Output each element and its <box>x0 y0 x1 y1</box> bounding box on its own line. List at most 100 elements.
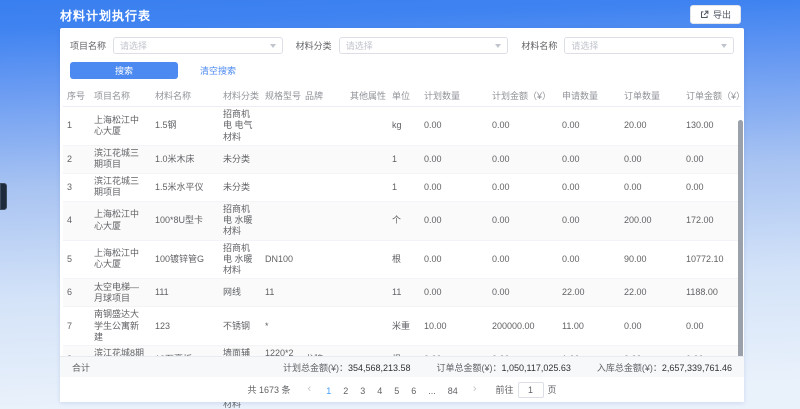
page-button-3[interactable]: 3 <box>354 384 371 398</box>
table-cell <box>301 173 346 201</box>
content-card: 项目名称请选择材料分类请选择材料名称请选择 搜索 清空搜索 序号项目名称材料名称… <box>60 28 744 402</box>
table-cell: 3 <box>63 173 90 201</box>
table-cell: 米重 <box>388 307 420 346</box>
page-title: 材料计划执行表 <box>60 7 151 24</box>
table-cell: 滨江花城三期项目 <box>90 145 151 173</box>
table-cell: 130.00 <box>682 107 741 146</box>
prev-page-button[interactable]: ‹ <box>304 384 316 395</box>
filter-select[interactable]: 请选择 <box>564 37 734 54</box>
next-page-button[interactable]: › <box>469 384 481 395</box>
table-cell: 上海松江中心大厦 <box>90 107 151 146</box>
table-cell: 0.00 <box>682 307 741 346</box>
table-cell: 招商机电 水暖材料 <box>219 240 261 279</box>
table-header-row: 序号项目名称材料名称材料分类规格型号品牌其他属性单位计划数量计划金额（¥）申请数… <box>63 85 741 107</box>
total-value: 354,568,213.58 <box>348 363 411 373</box>
filter-label: 材料名称 <box>521 39 557 52</box>
table-cell <box>301 279 346 307</box>
table-cell <box>261 201 301 240</box>
page-button-2[interactable]: 2 <box>337 384 354 398</box>
goto-page-input[interactable] <box>518 382 544 398</box>
summary-row: 合计 计划总金额(¥)：354,568,213.58 订单总金额(¥)：1,050… <box>60 356 744 377</box>
page-button-5[interactable]: 5 <box>388 384 405 398</box>
table-cell: 0.00 <box>620 307 682 346</box>
search-button[interactable]: 搜索 <box>70 62 178 79</box>
table-cell: * <box>261 307 301 346</box>
table-cell: 100*8U型卡 <box>151 201 219 240</box>
table-row[interactable]: 5上海松江中心大厦100镀锌管G招商机电 水暖材料DN100根0.000.000… <box>63 240 741 279</box>
table-row[interactable]: 1上海松江中心大厦1.5钢招商机电 电气材料kg0.000.000.0020.0… <box>63 107 741 146</box>
table-cell: 0.00 <box>420 240 488 279</box>
page-button-6[interactable]: 6 <box>405 384 422 398</box>
table-cell: 7 <box>63 307 90 346</box>
export-icon <box>700 10 709 19</box>
table-cell <box>261 107 301 146</box>
table-cell: 10772.10 <box>682 240 741 279</box>
table-cell: 10.00 <box>420 307 488 346</box>
table-cell: 2 <box>63 145 90 173</box>
topbar: 材料计划执行表 导出 <box>0 0 800 28</box>
table-cell: 111 <box>151 279 219 307</box>
table-cell: 1 <box>63 107 90 146</box>
goto-prefix-label: 前往 <box>495 383 513 396</box>
filter-select[interactable]: 请选择 <box>113 37 283 54</box>
select-placeholder: 请选择 <box>346 39 496 52</box>
table-cell: 太空电梯—月球项目 <box>90 279 151 307</box>
table-row[interactable]: 4上海松江中心大厦100*8U型卡招商机电 水暖材料个0.000.000.002… <box>63 201 741 240</box>
actions-row: 搜索 清空搜索 <box>60 54 744 79</box>
total-label: 入库总金额(¥)： <box>597 363 662 373</box>
chevron-down-icon <box>270 44 276 48</box>
table-cell: 0.00 <box>420 107 488 146</box>
table-cell: 未分类 <box>219 173 261 201</box>
page-button-4[interactable]: 4 <box>371 384 388 398</box>
table-cell: 上海松江中心大厦 <box>90 201 151 240</box>
table-cell: 0.00 <box>488 173 558 201</box>
table-cell: 123 <box>151 307 219 346</box>
table-cell: 未分类 <box>219 145 261 173</box>
table-cell: 0.00 <box>558 240 620 279</box>
table-row[interactable]: 7南钢盛达大学生公寓新建123不锈钢*米重10.00200000.0011.00… <box>63 307 741 346</box>
total-value: 2,657,339,761.46 <box>662 363 732 373</box>
ellipsis-pages-button[interactable]: ... <box>422 384 442 398</box>
table-cell: 网线 <box>219 279 261 307</box>
table-cell: 上海松江中心大厦 <box>90 240 151 279</box>
filter-label: 材料分类 <box>296 39 332 52</box>
summary-total-label: 合计 <box>72 361 90 374</box>
filter-group-2: 材料分类 请选择 <box>296 37 509 54</box>
table-row[interactable]: 3滨江花城三期项目1.5米水平仪未分类10.000.000.000.000.00 <box>63 173 741 201</box>
page-button-1[interactable]: 1 <box>320 384 337 398</box>
table-cell: 0.00 <box>558 173 620 201</box>
column-header: 品牌 <box>301 85 346 107</box>
table-cell <box>261 145 301 173</box>
filter-select[interactable]: 请选择 <box>339 37 509 54</box>
table-row[interactable]: 2滨江花城三期项目1.0米木床未分类10.000.000.000.000.00 <box>63 145 741 173</box>
summary-totals: 计划总金额(¥)：354,568,213.58 订单总金额(¥)：1,050,11… <box>283 361 732 374</box>
clear-search-link[interactable]: 清空搜索 <box>200 64 236 77</box>
vertical-scrollbar[interactable] <box>738 120 743 358</box>
table-cell: 1.0米木床 <box>151 145 219 173</box>
summary-total-item: 计划总金额(¥)：354,568,213.58 <box>283 361 411 374</box>
table-cell: 1.5米水平仪 <box>151 173 219 201</box>
sidebar-collapse-handle[interactable] <box>0 183 7 210</box>
table-cell: 0.00 <box>488 145 558 173</box>
table-cell: 1 <box>388 145 420 173</box>
select-placeholder: 请选择 <box>571 39 721 52</box>
total-label: 订单总金额(¥)： <box>437 363 502 373</box>
table-cell: 个 <box>388 201 420 240</box>
table-cell: 6 <box>63 279 90 307</box>
table-cell: 0.00 <box>682 173 741 201</box>
total-label: 计划总金额(¥)： <box>283 363 348 373</box>
page-button-84[interactable]: 84 <box>442 384 464 398</box>
table-cell: 172.00 <box>682 201 741 240</box>
table-cell <box>346 240 388 279</box>
export-button-label: 导出 <box>713 8 731 21</box>
column-header: 材料名称 <box>151 85 219 107</box>
table-cell <box>301 145 346 173</box>
pagination: 共 1673 条 ‹ 123456...84 › 前往 页 <box>60 377 744 402</box>
table-row[interactable]: 6太空电梯—月球项目111网线11110.000.0022.0022.00118… <box>63 279 741 307</box>
export-button[interactable]: 导出 <box>690 5 741 24</box>
table-cell <box>346 279 388 307</box>
table-cell: 22.00 <box>558 279 620 307</box>
goto-page: 前往 页 <box>495 382 556 398</box>
summary-total-item: 订单总金额(¥)：1,050,117,025.63 <box>437 361 571 374</box>
goto-suffix-label: 页 <box>548 383 557 396</box>
